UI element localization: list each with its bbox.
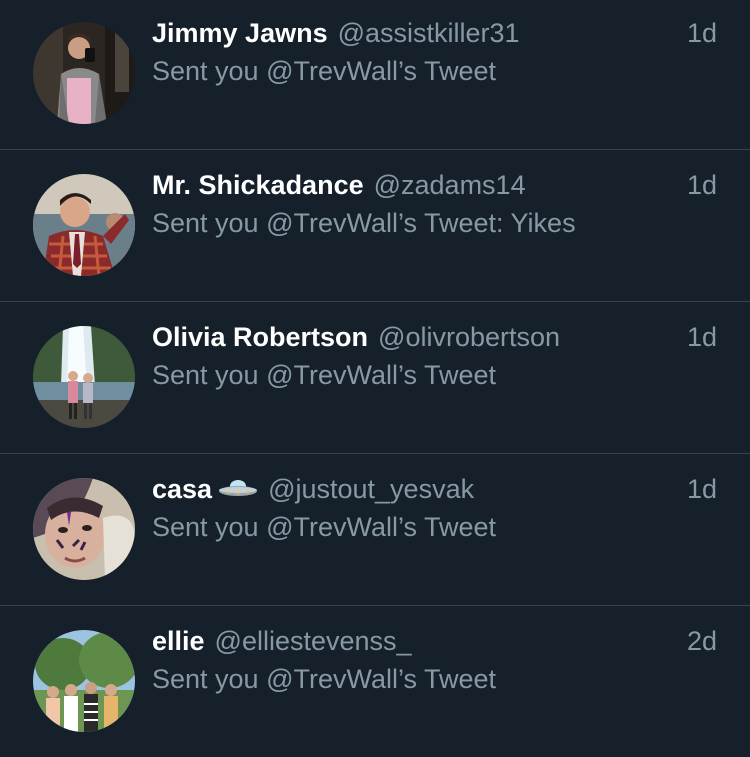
ufo-emoji-icon — [219, 480, 258, 496]
notification-header: casa @justout_yesvak — [152, 474, 474, 508]
timestamp: 1d — [686, 474, 717, 504]
notification-header: ellie @elliestevenss_ — [152, 626, 412, 660]
user-handle[interactable]: @zadams14 — [374, 170, 526, 201]
notification-item[interactable]: Olivia Robertson @olivrobertson Sent you… — [0, 302, 750, 453]
notification-header: Mr. Shickadance @zadams14 — [152, 170, 526, 204]
notification-message: Sent you @TrevWall’s Tweet — [152, 56, 497, 86]
notification-message: Sent you @TrevWall’s Tweet — [152, 360, 497, 390]
notifications-list: Jimmy Jawns @assistkiller31 Sent you @Tr… — [0, 0, 750, 751]
user-name[interactable]: Mr. Shickadance — [152, 170, 364, 201]
timestamp: 1d — [686, 18, 717, 48]
avatar[interactable] — [33, 630, 135, 732]
user-name[interactable]: Olivia Robertson — [152, 322, 368, 353]
avatar[interactable] — [33, 22, 135, 124]
user-handle[interactable]: @elliestevenss_ — [215, 626, 412, 657]
avatar[interactable] — [33, 174, 135, 276]
group-of-friends-avatar-image — [33, 630, 135, 732]
timestamp: 1d — [686, 322, 717, 352]
notification-message: Sent you @TrevWall’s Tweet: Yikes — [152, 208, 576, 238]
notification-item[interactable]: Jimmy Jawns @assistkiller31 Sent you @Tr… — [0, 0, 750, 149]
user-handle[interactable]: @justout_yesvak — [268, 474, 474, 505]
user-handle[interactable]: @olivrobertson — [378, 322, 560, 353]
user-handle[interactable]: @assistkiller31 — [338, 18, 520, 49]
notification-header: Jimmy Jawns @assistkiller31 — [152, 18, 520, 52]
timestamp: 2d — [686, 626, 717, 656]
avatar[interactable] — [33, 478, 135, 580]
notification-item[interactable]: Mr. Shickadance @zadams14 Sent you @Trev… — [0, 150, 750, 301]
waterfall-friends-avatar-image — [33, 326, 135, 428]
face-paint-selfie-avatar-image — [33, 478, 135, 580]
avatar[interactable] — [33, 326, 135, 428]
notification-item[interactable]: ellie @elliestevenss_ Sent you @TrevWall… — [0, 606, 750, 757]
notification-header: Olivia Robertson @olivrobertson — [152, 322, 560, 356]
user-name[interactable]: ellie — [152, 626, 205, 657]
mirror-selfie-avatar-image — [33, 22, 135, 124]
notification-item[interactable]: casa @justout_yesvak Sent you @TrevWall’… — [0, 454, 750, 605]
user-name[interactable]: casa — [152, 474, 212, 505]
notification-message: Sent you @TrevWall’s Tweet — [152, 512, 497, 542]
timestamp: 1d — [686, 170, 717, 200]
notification-message: Sent you @TrevWall’s Tweet — [152, 664, 497, 694]
plaid-suit-man-avatar-image — [33, 174, 135, 276]
user-name[interactable]: Jimmy Jawns — [152, 18, 328, 49]
